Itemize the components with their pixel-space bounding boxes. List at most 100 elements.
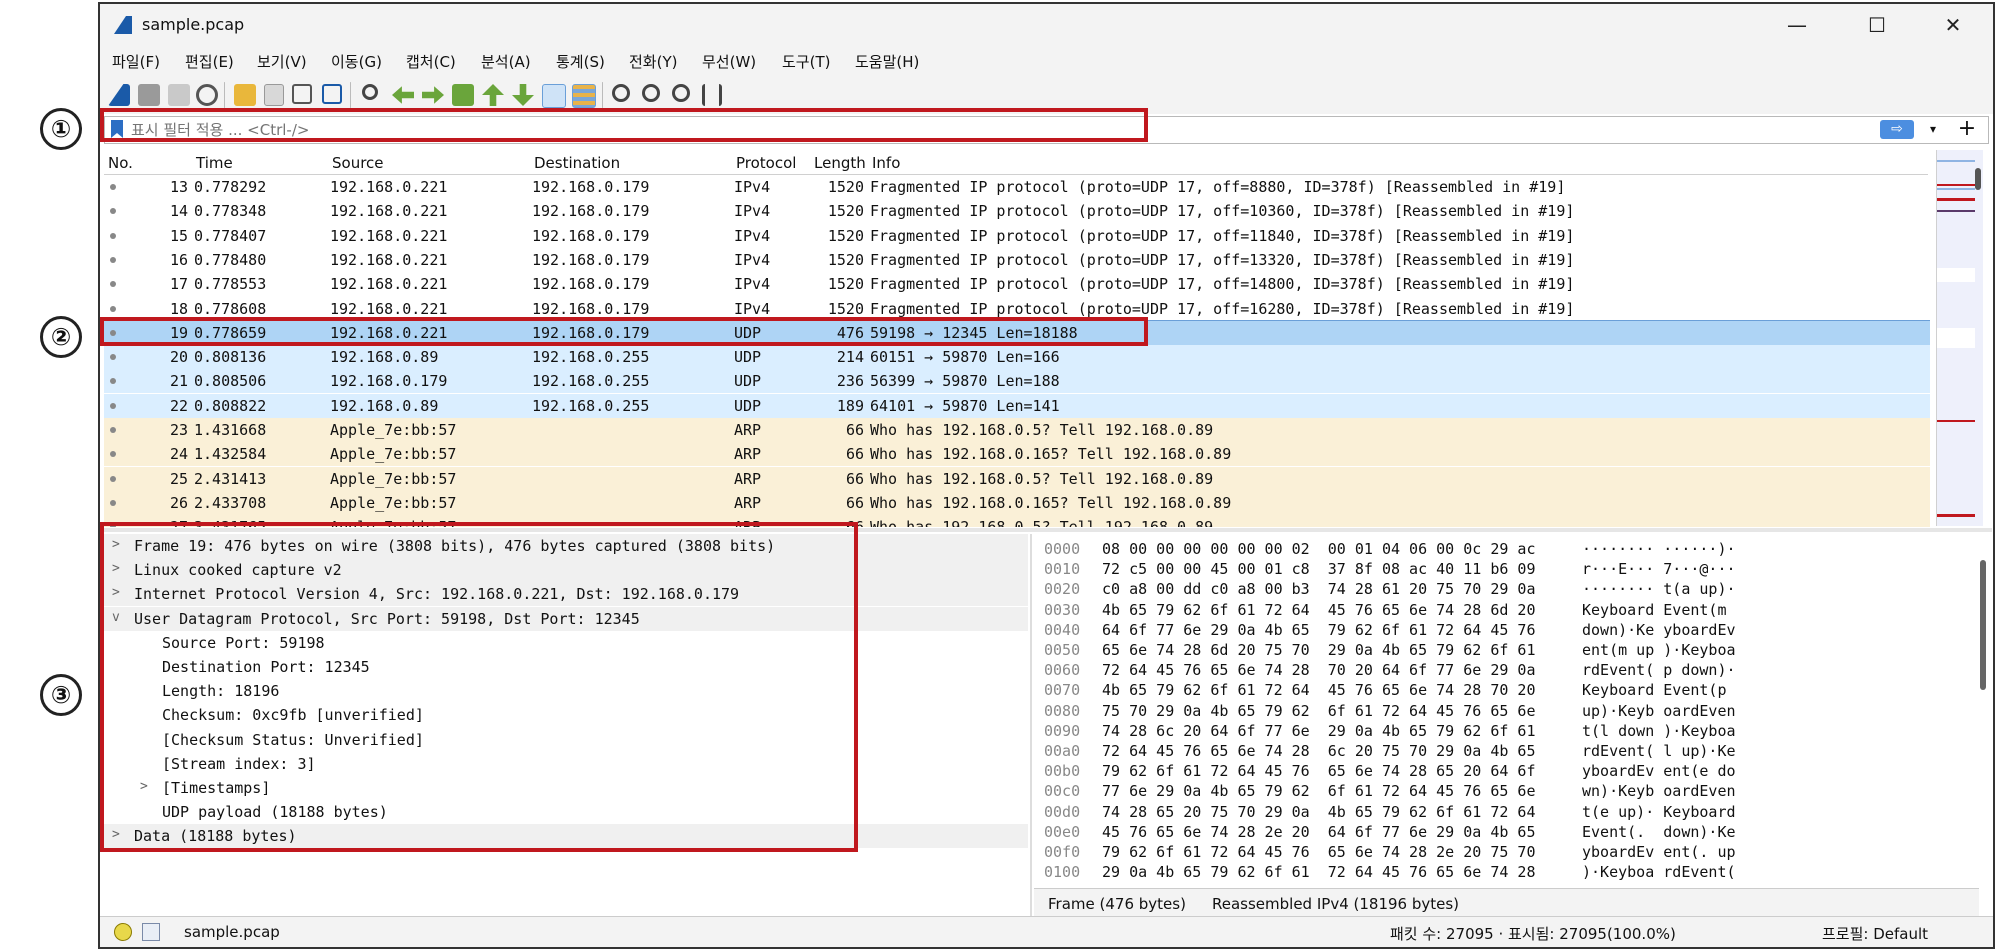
column-length[interactable]: Length <box>814 154 868 172</box>
packet-row[interactable]: 14 0.778348 192.168.0.221 192.168.0.179 IPv4… <box>104 199 1930 224</box>
close-button[interactable]: ✕ <box>1921 4 1985 46</box>
resize-columns-icon[interactable] <box>702 84 722 106</box>
packet-info-cell: Fragmented IP protocol (proto=UDP 17, of… <box>870 299 1575 318</box>
capture-comment-icon[interactable] <box>142 923 160 941</box>
go-last-icon[interactable] <box>512 84 534 106</box>
column-protocol[interactable]: Protocol <box>736 154 796 172</box>
minimap-mark <box>1937 514 1975 517</box>
close-file-icon[interactable] <box>292 84 312 104</box>
apply-filter-button[interactable]: ⇨ <box>1880 120 1914 139</box>
pane-splitter-vertical[interactable] <box>1030 534 1032 918</box>
hex-offset: 0060 <box>1044 661 1081 680</box>
packet-row[interactable]: 24 1.432584 Apple_7e:bb:57 ARP 66 Who has 192… <box>104 442 1930 467</box>
menu-file[interactable]: 파일(F) <box>112 51 160 72</box>
column-source[interactable]: Source <box>332 154 384 172</box>
save-file-icon[interactable] <box>264 84 284 106</box>
packet-row[interactable]: 26 2.433708 Apple_7e:bb:57 ARP 66 Who has 192… <box>104 490 1930 515</box>
hex-offset: 0090 <box>1044 721 1081 740</box>
zoom-out-icon[interactable] <box>642 84 660 102</box>
open-file-icon[interactable] <box>234 84 256 106</box>
packet-row[interactable]: 25 2.431413 Apple_7e:bb:57 ARP 66 Who has 192… <box>104 466 1930 491</box>
packet-length-cell: 1520 <box>827 226 864 245</box>
title-bar: sample.pcap — ☐ ✕ <box>100 4 1993 46</box>
packet-row[interactable]: 22 0.808822 192.168.0.89 192.168.0.255 UDP 18… <box>104 393 1930 418</box>
normal-size-icon[interactable] <box>672 84 690 102</box>
packet-destination-cell: 192.168.0.179 <box>532 275 650 294</box>
packet-destination-cell: 192.168.0.255 <box>532 396 650 415</box>
column-time[interactable]: Time <box>196 154 233 172</box>
colorize-icon[interactable] <box>572 84 596 108</box>
packet-source-cell: 192.168.0.89 <box>330 396 439 415</box>
packet-row[interactable]: 15 0.778407 192.168.0.221 192.168.0.179 IPv4… <box>104 223 1930 248</box>
packet-row[interactable]: 17 0.778553 192.168.0.221 192.168.0.179 IPv4… <box>104 272 1930 297</box>
tab-frame-bytes[interactable]: Frame (476 bytes) <box>1048 895 1186 913</box>
packet-time-cell: 0.778407 <box>194 226 267 245</box>
packet-row[interactable]: 21 0.808506 192.168.0.179 192.168.0.255 UDP 2… <box>104 369 1930 394</box>
menu-capture[interactable]: 캡처(C) <box>406 51 456 72</box>
packet-protocol-cell: IPv4 <box>734 250 771 269</box>
packet-length-cell: 1520 <box>827 250 864 269</box>
tab-reassembled-bytes[interactable]: Reassembled IPv4 (18196 bytes) <box>1212 895 1459 913</box>
hex-offset: 0040 <box>1044 620 1081 639</box>
packet-destination-cell: 192.168.0.179 <box>532 226 650 245</box>
hex-ascii: yboardEv ent(. up <box>1582 843 1736 861</box>
zoom-in-icon[interactable] <box>612 84 630 102</box>
filter-history-dropdown[interactable]: ▾ <box>1922 120 1944 139</box>
maximize-button[interactable]: ☐ <box>1845 4 1909 46</box>
packet-row[interactable]: 23 1.431668 Apple_7e:bb:57 ARP 66 Who has 192… <box>104 418 1930 442</box>
autoscroll-icon[interactable] <box>542 84 566 108</box>
packet-source-cell: 192.168.0.179 <box>330 372 448 391</box>
menu-wireless[interactable]: 무선(W) <box>702 51 756 72</box>
hex-bytes: 74 28 65 20 75 70 29 0a 4b 65 79 62 6f 6… <box>1102 802 1536 821</box>
stop-capture-icon[interactable] <box>138 84 160 106</box>
packet-row[interactable]: 16 0.778480 192.168.0.221 192.168.0.179 IPv4… <box>104 247 1930 272</box>
column-info[interactable]: Info <box>872 154 900 172</box>
packet-minimap[interactable] <box>1936 150 1983 526</box>
start-capture-icon[interactable] <box>108 84 130 106</box>
packet-row[interactable]: 20 0.808136 192.168.0.89 192.168.0.255 UDP 21… <box>104 345 1930 370</box>
menu-telephony[interactable]: 전화(Y) <box>629 51 677 72</box>
hex-offset: 0050 <box>1044 641 1081 659</box>
menu-help[interactable]: 도움말(H) <box>855 51 919 72</box>
column-destination[interactable]: Destination <box>534 154 620 172</box>
restart-capture-icon[interactable] <box>168 84 190 106</box>
menu-tools[interactable]: 도구(T) <box>782 51 830 72</box>
packet-info-cell: Who has 192.168.0.5? Tell 192.168.0.89 <box>870 518 1213 527</box>
menu-go[interactable]: 이동(G) <box>331 51 382 72</box>
status-profile[interactable]: 프로필: Default <box>1822 923 1928 944</box>
packet-info-cell: Who has 192.168.0.165? Tell 192.168.0.89 <box>870 493 1232 512</box>
packet-source-cell: 192.168.0.221 <box>330 299 448 318</box>
hex-offset: 00d0 <box>1044 802 1081 821</box>
go-back-icon[interactable] <box>392 86 414 104</box>
callout-1: ① <box>40 108 82 150</box>
column-no[interactable]: No. <box>108 154 133 172</box>
packet-destination-cell: 192.168.0.179 <box>532 202 650 221</box>
capture-options-icon[interactable] <box>196 84 218 106</box>
packet-row[interactable]: 13 0.778292 192.168.0.221 192.168.0.179 IPv4… <box>104 175 1930 199</box>
hex-bytes: c0 a8 00 dd c0 a8 00 b3 74 28 61 20 75 7… <box>1102 580 1536 599</box>
packet-source-cell: 192.168.0.221 <box>330 226 448 245</box>
menu-statistics[interactable]: 통계(S) <box>556 51 605 72</box>
add-filter-button[interactable]: + <box>1956 117 1978 141</box>
reload-file-icon[interactable] <box>322 84 342 104</box>
minimize-button[interactable]: — <box>1765 4 1829 46</box>
packet-info-cell: Who has 192.168.0.5? Tell 192.168.0.89 <box>870 421 1214 439</box>
menu-edit[interactable]: 편집(E) <box>185 51 234 72</box>
packet-destination-cell: 192.168.0.179 <box>532 250 650 269</box>
hex-bytes: 4b 65 79 62 6f 61 72 64 45 76 65 6e 74 2… <box>1102 681 1536 700</box>
hex-offset: 0100 <box>1044 863 1081 882</box>
wireshark-fin-icon <box>114 16 132 34</box>
menu-view[interactable]: 보기(V) <box>257 51 307 72</box>
go-forward-icon[interactable] <box>422 86 444 104</box>
bytes-scrollbar[interactable] <box>1980 560 1986 690</box>
menu-analyze[interactable]: 분석(A) <box>481 51 531 72</box>
go-first-icon[interactable] <box>482 84 504 106</box>
packet-length-cell: 236 <box>836 372 864 391</box>
packet-time-cell: 0.778292 <box>194 178 267 196</box>
packet-no-cell: 15 <box>169 226 188 245</box>
find-packet-icon[interactable] <box>362 84 378 100</box>
packet-source-cell: Apple_7e:bb:57 <box>330 445 457 464</box>
go-to-packet-icon[interactable] <box>452 84 474 106</box>
packet-list-scrollbar[interactable] <box>1975 168 1981 190</box>
expert-info-icon[interactable] <box>114 923 132 941</box>
